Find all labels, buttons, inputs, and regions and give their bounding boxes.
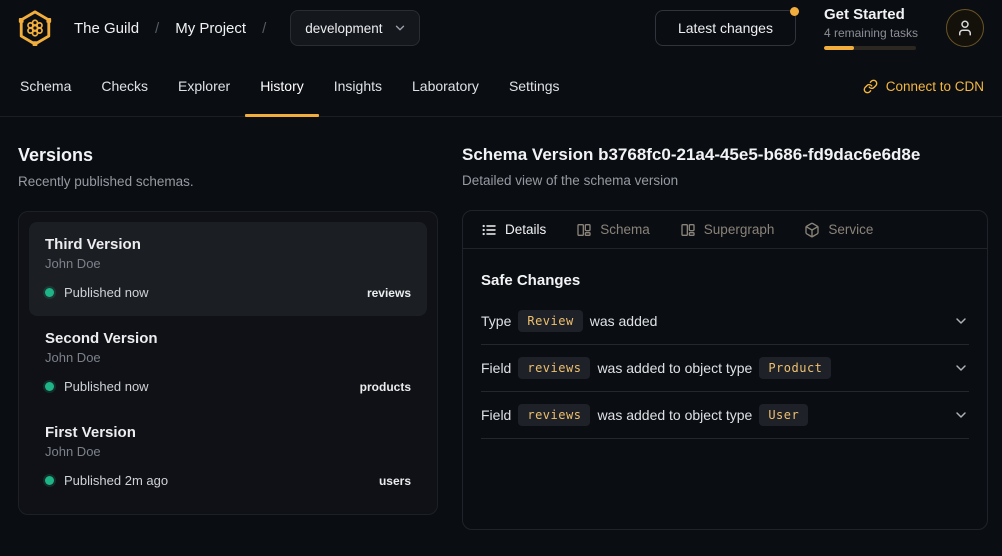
- schema-version-detail-box: Details Schema Supergraph: [462, 210, 988, 530]
- version-service-badge: users: [379, 474, 411, 488]
- progress-fill: [824, 46, 854, 50]
- tab-settings[interactable]: Settings: [494, 56, 575, 116]
- content-area: Versions Recently published schemas. Thi…: [0, 117, 1002, 530]
- change-prefix: Field: [481, 407, 511, 423]
- version-author: John Doe: [45, 256, 411, 271]
- chevron-down-icon[interactable]: [953, 407, 969, 423]
- tab-explorer[interactable]: Explorer: [163, 56, 245, 116]
- tab-service[interactable]: Service: [804, 222, 873, 238]
- version-author: John Doe: [45, 350, 411, 365]
- cube-icon: [804, 222, 820, 238]
- version-author: John Doe: [45, 444, 411, 459]
- version-status: Published now: [64, 379, 149, 394]
- tab-supergraph-label: Supergraph: [704, 222, 775, 237]
- tab-schema-view-label: Schema: [600, 222, 650, 237]
- schema-version-title: Schema Version b3768fc0-21a4-45e5-b686-f…: [462, 145, 988, 165]
- nav-tabs: Schema Checks Explorer History Insights …: [5, 56, 575, 116]
- connect-to-cdn-label: Connect to CDN: [886, 79, 984, 94]
- versions-subtitle: Recently published schemas.: [18, 174, 438, 189]
- notification-dot: [790, 7, 799, 16]
- list-icon: [481, 222, 497, 238]
- tab-supergraph[interactable]: Supergraph: [680, 222, 775, 238]
- tab-schema-view[interactable]: Schema: [576, 222, 650, 238]
- user-avatar[interactable]: [946, 9, 984, 47]
- main-nav: Schema Checks Explorer History Insights …: [0, 56, 1002, 117]
- change-code-badge: reviews: [518, 404, 590, 426]
- version-item-first[interactable]: First Version John Doe Published 2m ago …: [29, 410, 427, 504]
- versions-panel: Versions Recently published schemas. Thi…: [18, 145, 438, 530]
- get-started-title: Get Started: [824, 6, 918, 25]
- breadcrumb-separator: /: [260, 20, 268, 37]
- change-suffix: was added to object type: [597, 407, 752, 423]
- version-list: Third Version John Doe Published now rev…: [18, 211, 438, 515]
- tab-checks[interactable]: Checks: [86, 56, 163, 116]
- change-row-field-user[interactable]: Field reviews was added to object type U…: [481, 392, 969, 439]
- breadcrumb-project[interactable]: My Project: [175, 20, 246, 37]
- breadcrumb-separator: /: [153, 20, 161, 37]
- chevron-down-icon: [393, 21, 407, 35]
- target-selector-value: development: [305, 21, 382, 36]
- change-row-field-product[interactable]: Field reviews was added to object type P…: [481, 345, 969, 392]
- guild-logo-icon[interactable]: [16, 9, 54, 47]
- link-icon: [863, 79, 878, 94]
- published-status-dot: [45, 382, 54, 391]
- connect-to-cdn-link[interactable]: Connect to CDN: [863, 56, 984, 116]
- chevron-down-icon[interactable]: [953, 313, 969, 329]
- latest-changes-button[interactable]: Latest changes: [655, 10, 796, 46]
- change-prefix: Type: [481, 313, 511, 329]
- top-header: The Guild / My Project / development Lat…: [0, 0, 1002, 56]
- tab-service-label: Service: [828, 222, 873, 237]
- latest-changes-label: Latest changes: [678, 20, 773, 36]
- change-suffix: was added to object type: [597, 360, 752, 376]
- get-started-subtitle: 4 remaining tasks: [824, 26, 918, 40]
- changes-section: Safe Changes Type Review was added Field…: [463, 272, 987, 439]
- get-started-progressbar: [824, 46, 916, 50]
- breadcrumb-org[interactable]: The Guild: [74, 20, 139, 37]
- get-started-widget[interactable]: Get Started 4 remaining tasks: [824, 6, 918, 50]
- tab-schema[interactable]: Schema: [5, 56, 86, 116]
- version-status: Published now: [64, 285, 149, 300]
- change-code-badge: User: [759, 404, 808, 426]
- version-title: First Version: [45, 424, 411, 441]
- tab-laboratory[interactable]: Laboratory: [397, 56, 494, 116]
- user-icon: [956, 19, 974, 37]
- change-code-badge: Review: [518, 310, 582, 332]
- tab-details[interactable]: Details: [481, 222, 546, 238]
- published-status-dot: [45, 476, 54, 485]
- version-title: Second Version: [45, 330, 411, 347]
- version-service-badge: products: [360, 380, 411, 394]
- change-prefix: Field: [481, 360, 511, 376]
- change-code-badge: reviews: [518, 357, 590, 379]
- versions-title: Versions: [18, 145, 438, 166]
- columns-icon: [576, 222, 592, 238]
- schema-version-subtitle: Detailed view of the schema version: [462, 173, 988, 188]
- version-item-second[interactable]: Second Version John Doe Published now pr…: [29, 316, 427, 410]
- tab-insights[interactable]: Insights: [319, 56, 397, 116]
- columns-icon: [680, 222, 696, 238]
- published-status-dot: [45, 288, 54, 297]
- tab-details-label: Details: [505, 222, 546, 237]
- change-code-badge: Product: [759, 357, 831, 379]
- schema-version-panel: Schema Version b3768fc0-21a4-45e5-b686-f…: [462, 145, 988, 530]
- version-service-badge: reviews: [367, 286, 411, 300]
- detail-tabs: Details Schema Supergraph: [463, 211, 987, 249]
- chevron-down-icon[interactable]: [953, 360, 969, 376]
- tab-history[interactable]: History: [245, 56, 319, 116]
- version-status: Published 2m ago: [64, 473, 168, 488]
- version-title: Third Version: [45, 236, 411, 253]
- target-selector-dropdown[interactable]: development: [290, 10, 419, 46]
- safe-changes-heading: Safe Changes: [481, 272, 969, 289]
- change-suffix: was added: [590, 313, 658, 329]
- change-row-type-review[interactable]: Type Review was added: [481, 298, 969, 345]
- version-item-third[interactable]: Third Version John Doe Published now rev…: [29, 222, 427, 316]
